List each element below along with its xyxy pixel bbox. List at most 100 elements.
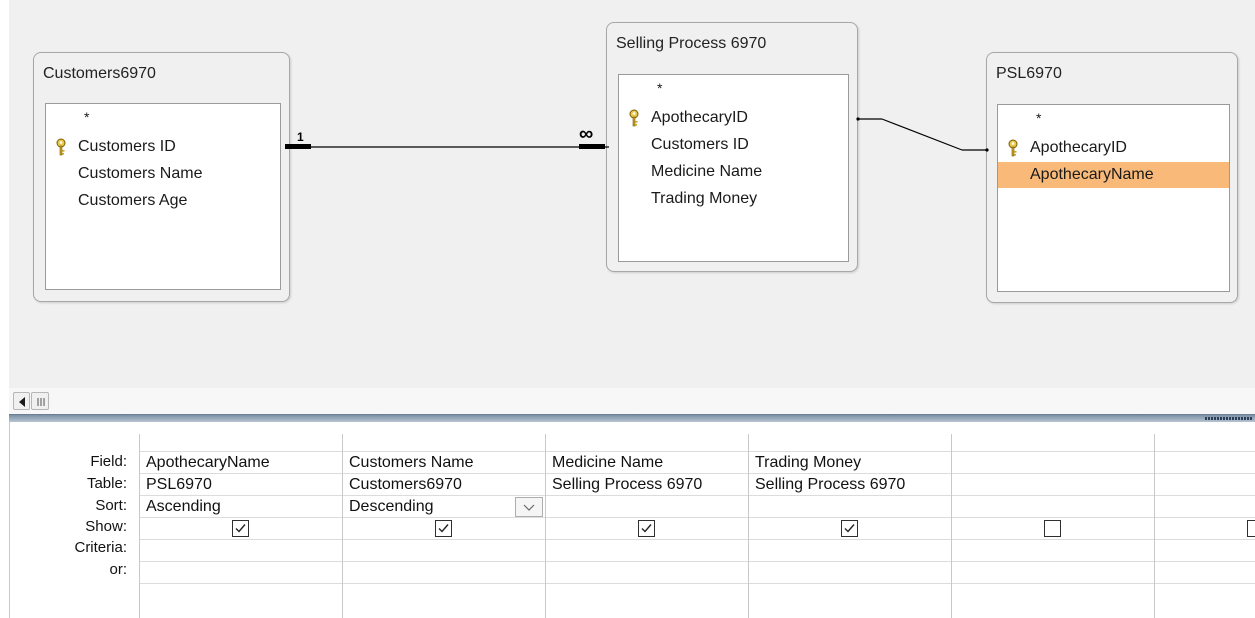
field-label: Trading Money: [651, 190, 758, 207]
field-cell[interactable]: Customers Name: [343, 452, 545, 474]
or-cell[interactable]: [546, 562, 748, 584]
sort-cell[interactable]: [546, 496, 748, 518]
grid-column[interactable]: [951, 434, 1154, 618]
field-label: Customers Age: [78, 192, 188, 209]
row-labels: Field: Table: Sort: Show: Criteria: or:: [10, 422, 130, 618]
sort-cell[interactable]: [749, 496, 951, 518]
key-icon: [56, 138, 66, 156]
show-checkbox[interactable]: [1247, 520, 1255, 537]
splitter-grip-icon[interactable]: [1205, 417, 1253, 420]
table-diagram-pane[interactable]: Customers6970 * Customers ID Customers N…: [9, 0, 1255, 388]
relationship-line-customers-selling[interactable]: [279, 130, 619, 160]
table-cell[interactable]: Customers6970: [343, 474, 545, 496]
criteria-cell[interactable]: [343, 540, 545, 562]
field-customers-name[interactable]: Customers Name: [46, 161, 280, 187]
criteria-cell[interactable]: [140, 540, 342, 562]
show-cell[interactable]: [140, 518, 342, 540]
column-selector[interactable]: [140, 434, 342, 452]
field-apothecaryname[interactable]: ApothecaryName: [998, 162, 1229, 188]
grip-icon[interactable]: [31, 392, 49, 410]
column-selector[interactable]: [546, 434, 748, 452]
query-design-grid[interactable]: Field: Table: Sort: Show: Criteria: or: …: [9, 422, 1255, 618]
field-all[interactable]: *: [46, 108, 280, 125]
horizontal-scrollbar[interactable]: [9, 388, 1255, 414]
relationship-many-label: ∞: [579, 123, 594, 145]
column-selector[interactable]: [952, 434, 1154, 452]
table-cell[interactable]: [1155, 474, 1255, 496]
row-label-criteria: Criteria:: [74, 539, 127, 556]
table-cell[interactable]: Selling Process 6970: [749, 474, 951, 496]
key-icon: [1008, 139, 1018, 157]
table-psl6970[interactable]: PSL6970 * ApothecaryID ApothecaryName: [986, 52, 1238, 303]
relationship-line-selling-psl[interactable]: [854, 110, 994, 160]
field-cell[interactable]: [1155, 452, 1255, 474]
criteria-cell[interactable]: [749, 540, 951, 562]
sort-cell[interactable]: Descending: [343, 496, 545, 518]
table-cell[interactable]: [952, 474, 1154, 496]
field-cell[interactable]: ApothecaryName: [140, 452, 342, 474]
field-all[interactable]: *: [998, 109, 1229, 126]
show-cell[interactable]: [749, 518, 951, 540]
table-title[interactable]: Customers6970: [43, 65, 156, 83]
grid-column[interactable]: Customers Name Customers6970 Descending: [342, 434, 545, 618]
pane-splitter[interactable]: [9, 414, 1255, 422]
or-cell[interactable]: [1155, 562, 1255, 584]
sort-cell[interactable]: Ascending: [140, 496, 342, 518]
show-checkbox[interactable]: [435, 520, 452, 537]
row-label-field: Field:: [90, 453, 127, 470]
field-label: Customers Name: [78, 165, 203, 182]
field-cell[interactable]: Medicine Name: [546, 452, 748, 474]
show-checkbox[interactable]: [841, 520, 858, 537]
table-title[interactable]: PSL6970: [996, 65, 1062, 83]
arrow-left-icon[interactable]: [13, 392, 30, 410]
grid-column[interactable]: [1154, 434, 1255, 618]
show-cell[interactable]: [343, 518, 545, 540]
table-cell[interactable]: Selling Process 6970: [546, 474, 748, 496]
sort-cell[interactable]: [952, 496, 1154, 518]
field-list: * ApothecaryID Customers ID Medicine Nam…: [618, 74, 849, 262]
field-trading-money[interactable]: Trading Money: [619, 186, 848, 212]
table-selling-process-6970[interactable]: Selling Process 6970 * ApothecaryID Cust…: [606, 22, 858, 272]
field-cell[interactable]: Trading Money: [749, 452, 951, 474]
field-label: *: [1036, 110, 1042, 126]
criteria-cell[interactable]: [952, 540, 1154, 562]
or-cell[interactable]: [749, 562, 951, 584]
show-checkbox[interactable]: [638, 520, 655, 537]
sort-cell[interactable]: [1155, 496, 1255, 518]
show-cell[interactable]: [1155, 518, 1255, 540]
show-checkbox[interactable]: [232, 520, 249, 537]
grid-column[interactable]: ApothecaryName PSL6970 Ascending: [139, 434, 342, 618]
table-title[interactable]: Selling Process 6970: [616, 35, 766, 53]
column-selector[interactable]: [1155, 434, 1255, 452]
show-checkbox[interactable]: [1044, 520, 1061, 537]
grid-column[interactable]: Trading Money Selling Process 6970: [748, 434, 951, 618]
field-customers-age[interactable]: Customers Age: [46, 188, 280, 214]
show-cell[interactable]: [952, 518, 1154, 540]
or-cell[interactable]: [952, 562, 1154, 584]
field-customers-id[interactable]: Customers ID: [46, 134, 280, 160]
grid-column[interactable]: Medicine Name Selling Process 6970: [545, 434, 748, 618]
or-cell[interactable]: [140, 562, 342, 584]
criteria-cell[interactable]: [1155, 540, 1255, 562]
field-label: ApothecaryName: [1030, 166, 1154, 183]
row-label-sort: Sort:: [95, 497, 127, 514]
field-cell[interactable]: [952, 452, 1154, 474]
field-apothecaryid[interactable]: ApothecaryID: [619, 105, 848, 131]
row-label-table: Table:: [86, 475, 127, 492]
field-label: Customers ID: [651, 136, 749, 153]
show-cell[interactable]: [546, 518, 748, 540]
criteria-cell[interactable]: [546, 540, 748, 562]
table-cell[interactable]: PSL6970: [140, 474, 342, 496]
or-cell[interactable]: [343, 562, 545, 584]
relationship-one-label: 1: [297, 130, 304, 144]
field-customers-id[interactable]: Customers ID: [619, 132, 848, 158]
column-selector[interactable]: [749, 434, 951, 452]
column-selector[interactable]: [343, 434, 545, 452]
field-label: *: [657, 80, 663, 96]
field-apothecaryid[interactable]: ApothecaryID: [998, 135, 1229, 161]
chevron-down-icon[interactable]: [515, 497, 543, 517]
field-all[interactable]: *: [619, 79, 848, 96]
table-customers6970[interactable]: Customers6970 * Customers ID Customers N…: [33, 52, 290, 302]
row-label-show: Show:: [85, 518, 127, 535]
field-medicine-name[interactable]: Medicine Name: [619, 159, 848, 185]
